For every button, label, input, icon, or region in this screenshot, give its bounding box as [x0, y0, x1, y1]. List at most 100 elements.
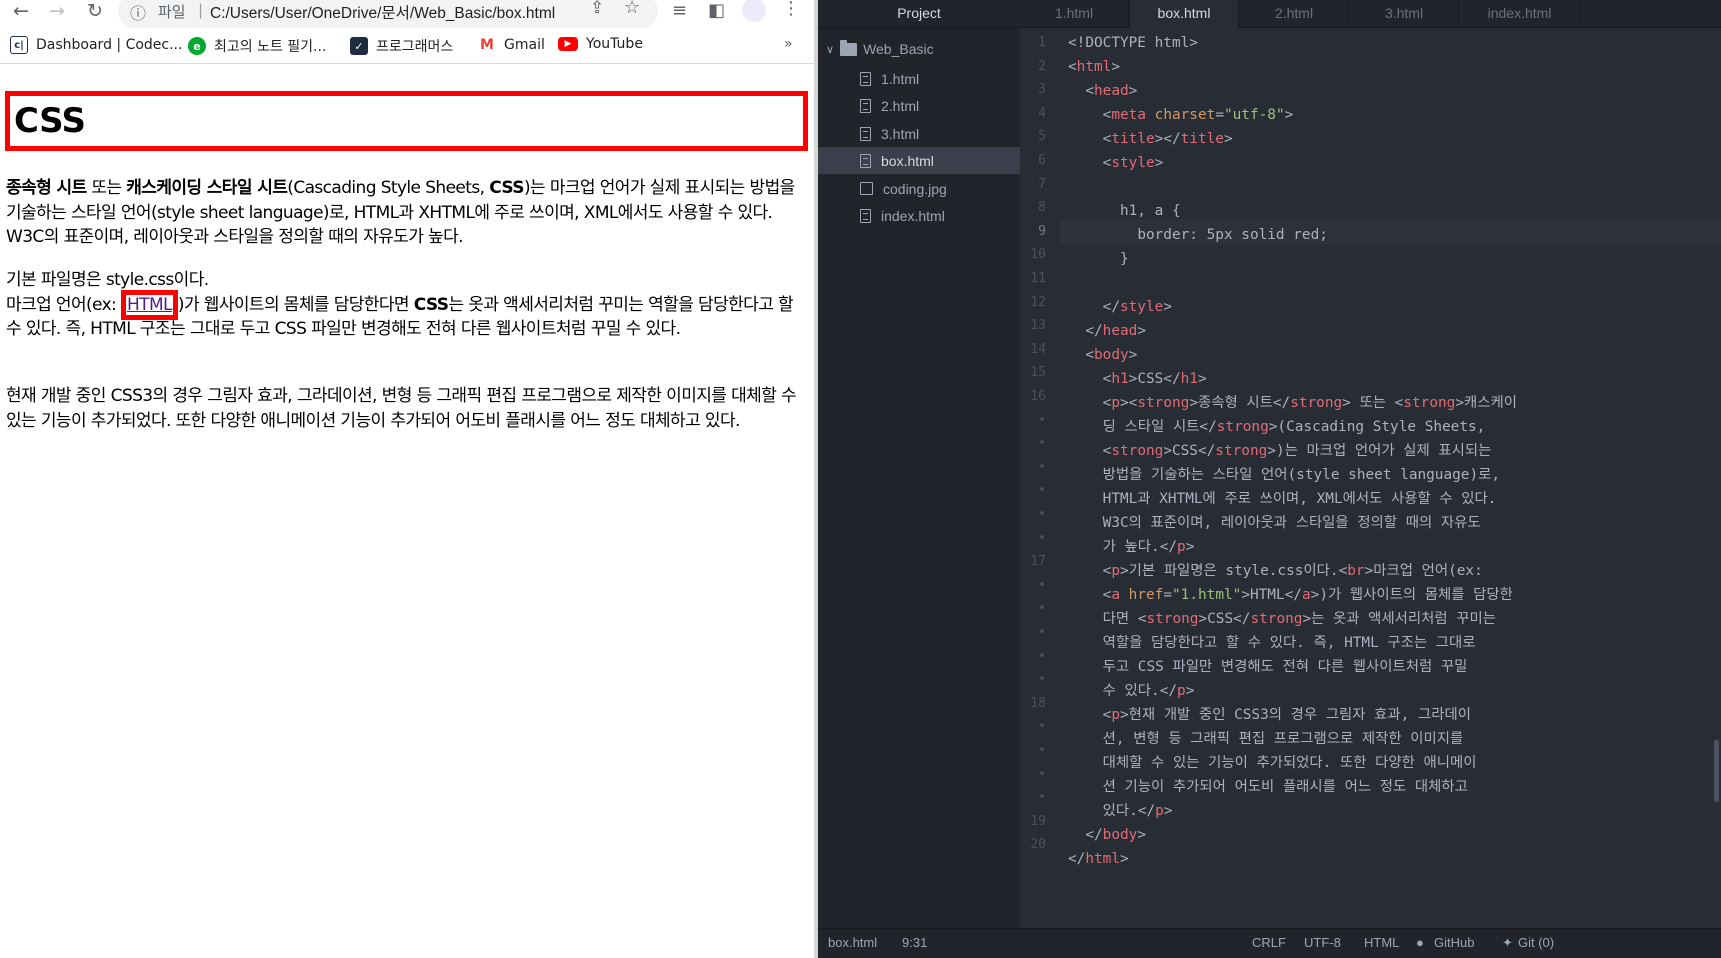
bookmarks-overflow-icon[interactable]: »: [784, 36, 793, 52]
status-encoding[interactable]: UTF-8: [1304, 935, 1341, 950]
status-grammar[interactable]: HTML: [1364, 935, 1399, 950]
tree-file-3-html[interactable]: 3.html: [818, 120, 1020, 147]
side-panel-icon[interactable]: ◧: [708, 0, 725, 21]
status-file[interactable]: box.html: [828, 935, 877, 950]
line-number: •: [1038, 577, 1046, 593]
tree-file-2-html[interactable]: 2.html: [818, 92, 1020, 119]
code-line: <!DOCTYPE html>: [1068, 31, 1198, 55]
code-token: 션 기능이 추가되어 어도비 플래시를 어느 정도 대체하고: [1102, 779, 1468, 795]
tree-file-box-html[interactable]: box.html: [818, 147, 1020, 174]
project-tree: Project ∨ Web_Basic 1.html 2.html 3.html…: [818, 0, 1020, 928]
line-number: 10: [1030, 247, 1046, 263]
file-label: index.html: [881, 207, 945, 224]
code-token: HTML: [1249, 587, 1285, 603]
file-icon: [860, 153, 871, 168]
tree-file-1-html[interactable]: 1.html: [818, 65, 1020, 92]
root-folder[interactable]: ∨ Web_Basic: [826, 38, 934, 60]
code-token: CSS: [1207, 611, 1234, 627]
bookmark-label: Dashboard | Codec...: [36, 37, 183, 53]
code-token: 캐스케이: [1463, 395, 1517, 411]
page-content: CSS 종속형 시트 또는 캐스케이딩 스타일 시트(Cascading Sty…: [0, 66, 814, 958]
file-icon: [860, 126, 871, 141]
bookmark-codecademy[interactable]: c| Dashboard | Codec...: [10, 36, 182, 54]
status-git[interactable]: Git (0): [1518, 935, 1554, 950]
code-line: <a href="1.html">HTML</a>)가 웹사이트의 몸체를 담당…: [1102, 587, 1513, 603]
bookmark-label: Gmail: [504, 37, 545, 53]
url-text[interactable]: C:/Users/User/OneDrive/문서/Web_Basic/box.…: [210, 1, 555, 23]
code-token: 두고 CSS 파일만 변경해도 전혀 다른 웹사이트처럼 꾸밀: [1102, 659, 1468, 675]
file-label: coding.jpg: [883, 180, 947, 197]
tab-3-html[interactable]: 3.html: [1350, 0, 1459, 28]
status-cursor[interactable]: 9:31: [902, 935, 927, 950]
forward-arrow-icon[interactable]: →: [42, 0, 72, 22]
bookmark-label: 프로그래머스: [376, 39, 454, 55]
code-token: W3C의 표준이며, 레이아웃과 스타일을 정의할 때의 자유도: [1102, 515, 1481, 531]
bookmarks-bar: c| Dashboard | Codec... e 최고의 노트 필기... ✓…: [0, 30, 814, 64]
code-editor-window: Project ∨ Web_Basic 1.html 2.html 3.html…: [818, 0, 1721, 958]
code-token: 종속형 시트: [1197, 395, 1273, 411]
code-token: 는 옷과 액세서리처럼 꾸미는: [1311, 611, 1496, 627]
line-number: 7: [1038, 176, 1046, 192]
line-number: •: [1038, 625, 1046, 640]
line-number: •: [1038, 743, 1046, 758]
menu-kebab-icon[interactable]: ⋮: [782, 0, 800, 19]
line-number: 20: [1030, 837, 1046, 853]
tab-box-html[interactable]: box.html: [1130, 0, 1239, 29]
code-line: 다면 <strong>CSS</strong>는 옷과 액세서리처럼 꾸미는: [1102, 611, 1496, 627]
tab-index-html[interactable]: index.html: [1460, 0, 1580, 28]
code-area[interactable]: <!DOCTYPE html> <html> <head> <meta char…: [1068, 29, 1714, 928]
image-file-icon: [860, 182, 873, 195]
bookmark-evernote[interactable]: e 최고의 노트 필기...: [188, 36, 326, 56]
info-icon[interactable]: ⓘ: [130, 0, 146, 24]
line-number: •: [1038, 672, 1046, 688]
browser-toolbar: ← → ↻ ⓘ 파일 | C:/Users/User/OneDrive/문서/W…: [0, 0, 814, 28]
bookmark-gmail[interactable]: M Gmail: [478, 36, 545, 54]
code-token: 가 높다.: [1102, 539, 1160, 555]
code-token: 역할을 담당한다고 할 수 있다. 즉, HTML 구조는 그대로: [1102, 635, 1476, 651]
code-line: 방법을 기술하는 스타일 언어(style sheet language)로,: [1068, 463, 1500, 487]
project-panel-title: Project: [818, 0, 1020, 28]
tab-2-html[interactable]: 2.html: [1240, 0, 1349, 28]
share-icon[interactable]: ⇪: [590, 0, 604, 18]
file-label: 2.html: [881, 97, 920, 114]
code-line: <body>: [1085, 347, 1138, 363]
github-icon[interactable]: ●: [1416, 935, 1424, 950]
line-number: •: [1038, 790, 1046, 806]
line-number: 11: [1030, 271, 1046, 286]
code-line: <p><strong>종속형 시트</strong> 또는 <strong>캐스…: [1102, 395, 1517, 411]
git-icon[interactable]: ✦: [1502, 935, 1513, 951]
bookmark-star-icon[interactable]: ☆: [624, 0, 640, 18]
html-link[interactable]: HTML: [121, 289, 178, 320]
tree-file-index-html[interactable]: index.html: [818, 202, 1020, 229]
line-number: 3: [1038, 82, 1046, 98]
profile-avatar[interactable]: [742, 0, 766, 22]
back-arrow-icon[interactable]: ←: [6, 0, 36, 22]
page-heading: CSS: [5, 91, 808, 151]
code-token: 수 있다.: [1102, 683, 1160, 699]
paragraph-2: 기본 파일명은 style.css이다. 마크업 언어(ex: HTML)가 웹사…: [6, 268, 806, 342]
line-number: 18: [1030, 695, 1046, 711]
text: (Cascading Style Sheets,: [287, 178, 490, 198]
code-line: </style>: [1102, 299, 1172, 315]
code-line: 역할을 담당한다고 할 수 있다. 즉, HTML 구조는 그대로: [1068, 631, 1476, 655]
line-number: •: [1038, 719, 1046, 735]
reload-icon[interactable]: ↻: [80, 0, 110, 22]
bookmark-youtube[interactable]: ▶ YouTube: [558, 36, 643, 52]
status-line-ending[interactable]: CRLF: [1252, 935, 1286, 950]
bookmark-programmers[interactable]: ✓ 프로그래머스: [350, 36, 453, 56]
tree-file-coding-jpg[interactable]: coding.jpg: [818, 175, 1020, 202]
line-number: 15: [1030, 365, 1046, 381]
line-number: 12: [1030, 294, 1046, 310]
code-line: </body>: [1085, 827, 1146, 843]
media-control-icon[interactable]: ≡: [672, 0, 687, 21]
vertical-scrollbar[interactable]: [1714, 740, 1719, 802]
code-token: "1.html": [1172, 587, 1242, 603]
code-line: 있다.</p>: [1102, 803, 1173, 819]
code-line: 가 높다.</p>: [1102, 539, 1195, 555]
file-label: 1.html: [881, 70, 920, 87]
line-number: •: [1038, 507, 1046, 522]
address-bar[interactable]: ⓘ 파일 | C:/Users/User/OneDrive/문서/Web_Bas…: [118, 0, 658, 28]
code-line: 션 기능이 추가되어 어도비 플래시를 어느 정도 대체하고: [1068, 775, 1468, 799]
tab-1-html[interactable]: 1.html: [1020, 0, 1129, 28]
status-github[interactable]: GitHub: [1434, 935, 1474, 950]
